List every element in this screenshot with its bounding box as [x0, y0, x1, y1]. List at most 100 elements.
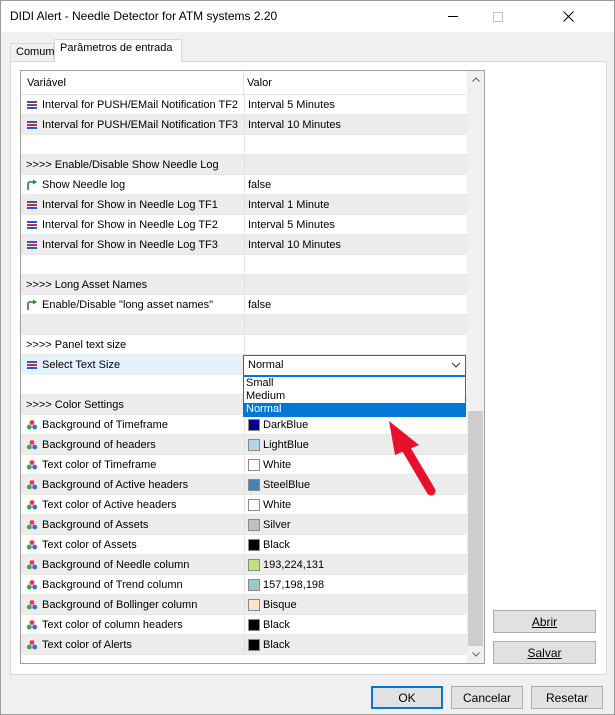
parameter-value-cell[interactable]: Black: [244, 635, 467, 655]
parameter-name-cell: Background of Timeframe: [26, 415, 168, 435]
parameter-name-cell: Background of Bollinger column: [26, 595, 197, 615]
parameter-value-cell[interactable]: false: [244, 295, 467, 315]
parameter-row[interactable]: Enable/Disable "long asset names" false: [21, 295, 467, 315]
color-swatch: [248, 419, 260, 431]
resetar-button-label: Resetar: [545, 690, 589, 705]
chevron-up-icon: [471, 77, 480, 82]
section-row[interactable]: >>>> Long Asset Names: [21, 275, 467, 295]
spacer-row: [21, 135, 467, 155]
column-separator[interactable]: [243, 71, 244, 95]
parameter-row[interactable]: Text color of Alerts Black: [21, 635, 467, 655]
parameter-name: >>>> Long Asset Names: [26, 278, 148, 291]
close-icon: [563, 11, 574, 22]
parameter-value: Black: [263, 618, 290, 631]
scroll-thumb[interactable]: [468, 411, 483, 646]
parameter-value: White: [263, 498, 292, 511]
color-swatch: [248, 599, 260, 611]
color-swatch: [248, 579, 260, 591]
parameter-row[interactable]: Interval for PUSH/EMail Notification TF3…: [21, 115, 467, 135]
abrir-button[interactable]: Abrir: [493, 610, 596, 633]
color-swatch: [248, 639, 260, 651]
parameter-value-cell[interactable]: 157,198,198: [244, 575, 467, 595]
minimize-button[interactable]: [430, 1, 475, 32]
parameter-row[interactable]: Background of Trend column 157,198,198: [21, 575, 467, 595]
spacer-row: [21, 255, 467, 275]
parameter-value-cell[interactable]: Interval 10 Minutes: [244, 115, 467, 135]
parameter-name: Text color of column headers: [42, 618, 183, 631]
parameter-value-cell[interactable]: Black: [244, 535, 467, 555]
title-bar[interactable]: DIDI Alert - Needle Detector for ATM sys…: [1, 1, 614, 32]
parameter-name: >>>> Color Settings: [26, 398, 124, 411]
text-size-option-small[interactable]: Small: [244, 377, 465, 390]
parameter-value-cell: [244, 255, 467, 275]
scroll-down-button[interactable]: [467, 646, 484, 663]
parameter-name-cell: Text color of Timeframe: [26, 455, 156, 475]
tab-parametros-de-entrada[interactable]: Parâmetros de entrada: [54, 39, 182, 62]
window-title: DIDI Alert - Needle Detector for ATM sys…: [10, 9, 278, 23]
cancelar-button-label: Cancelar: [462, 690, 512, 705]
parameter-value-cell[interactable]: Interval 5 Minutes: [244, 95, 467, 115]
parameter-row[interactable]: Text color of column headers Black: [21, 615, 467, 635]
ok-button[interactable]: OK: [371, 686, 443, 709]
tab-comum[interactable]: Comum: [10, 43, 55, 62]
parameter-name-cell: Background of headers: [26, 435, 156, 455]
parameter-value: false: [248, 298, 272, 311]
text-size-select-value: Normal: [248, 359, 284, 371]
color-swatch: [248, 519, 260, 531]
resetar-button[interactable]: Resetar: [531, 686, 603, 709]
parameter-name-cell: Text color of Alerts: [26, 635, 132, 655]
parameter-row[interactable]: Interval for PUSH/EMail Notification TF2…: [21, 95, 467, 115]
parameter-name: Interval for PUSH/EMail Notification TF2: [42, 98, 239, 111]
maximize-button: [475, 1, 520, 32]
text-size-select[interactable]: Normal: [243, 355, 466, 376]
parameter-value-cell[interactable]: Interval 1 Minute: [244, 195, 467, 215]
scroll-up-button[interactable]: [467, 71, 484, 88]
parameter-name: Background of Active headers: [42, 478, 189, 491]
dialog-window: DIDI Alert - Needle Detector for ATM sys…: [0, 0, 615, 715]
parameter-value-cell[interactable]: 193,224,131: [244, 555, 467, 575]
spacer-row: [21, 315, 467, 335]
salvar-button[interactable]: Salvar: [493, 641, 596, 664]
parameter-row[interactable]: Text color of Assets Black: [21, 535, 467, 555]
parameter-row[interactable]: Show Needle log false: [21, 175, 467, 195]
parameter-value: Silver: [263, 518, 291, 531]
parameter-value-cell[interactable]: Interval 5 Minutes: [244, 215, 467, 235]
color-palette-icon: [26, 580, 38, 590]
text-size-option-medium[interactable]: Medium: [244, 390, 465, 403]
parameter-name-cell: Select Text Size: [21, 355, 239, 375]
section-row[interactable]: >>>> Enable/Disable Show Needle Log: [21, 155, 467, 175]
parameter-value-cell[interactable]: false: [244, 175, 467, 195]
parameter-value-cell[interactable]: Bisque: [244, 595, 467, 615]
vertical-scrollbar[interactable]: [467, 71, 484, 663]
parameter-row[interactable]: Interval for Show in Needle Log TF2 Inter…: [21, 215, 467, 235]
parameter-name-cell: Interval for Show in Needle Log TF2: [26, 215, 218, 235]
column-header-valor[interactable]: Valor: [247, 77, 272, 89]
parameter-row[interactable]: Text color of Active headers White: [21, 495, 467, 515]
close-button[interactable]: [523, 1, 614, 32]
parameter-value-cell[interactable]: Interval 10 Minutes: [244, 235, 467, 255]
parameter-row[interactable]: Background of Assets Silver: [21, 515, 467, 535]
parameter-value-cell[interactable]: Black: [244, 615, 467, 635]
bool-arrow-icon: [27, 179, 37, 190]
parameter-name: Text color of Active headers: [42, 498, 177, 511]
column-header-variavel[interactable]: Variável: [27, 77, 66, 89]
parameter-name: Interval for Show in Needle Log TF1: [42, 198, 218, 211]
parameter-name-cell: >>>> Long Asset Names: [26, 275, 147, 295]
list-icon: [27, 221, 37, 229]
abrir-button-label: Abrir: [531, 614, 558, 629]
parameter-row[interactable]: Background of Needle column 193,224,131: [21, 555, 467, 575]
section-row[interactable]: >>>> Panel text size: [21, 335, 467, 355]
parameter-name: Text color of Assets: [42, 538, 137, 551]
chevron-down-icon: [451, 362, 461, 368]
parameter-row[interactable]: Background of Bollinger column Bisque: [21, 595, 467, 615]
cancelar-button[interactable]: Cancelar: [451, 686, 523, 709]
ok-button-label: OK: [398, 690, 416, 705]
parameter-value-cell[interactable]: Silver: [244, 515, 467, 535]
parameter-value-cell[interactable]: White: [244, 495, 467, 515]
parameter-row[interactable]: Interval for Show in Needle Log TF3 Inter…: [21, 235, 467, 255]
color-palette-icon: [26, 440, 38, 450]
color-palette-icon: [26, 620, 38, 630]
parameter-value: Interval 5 Minutes: [248, 98, 335, 111]
parameter-value: Bisque: [263, 598, 297, 611]
parameter-row[interactable]: Interval for Show in Needle Log TF1 Inter…: [21, 195, 467, 215]
